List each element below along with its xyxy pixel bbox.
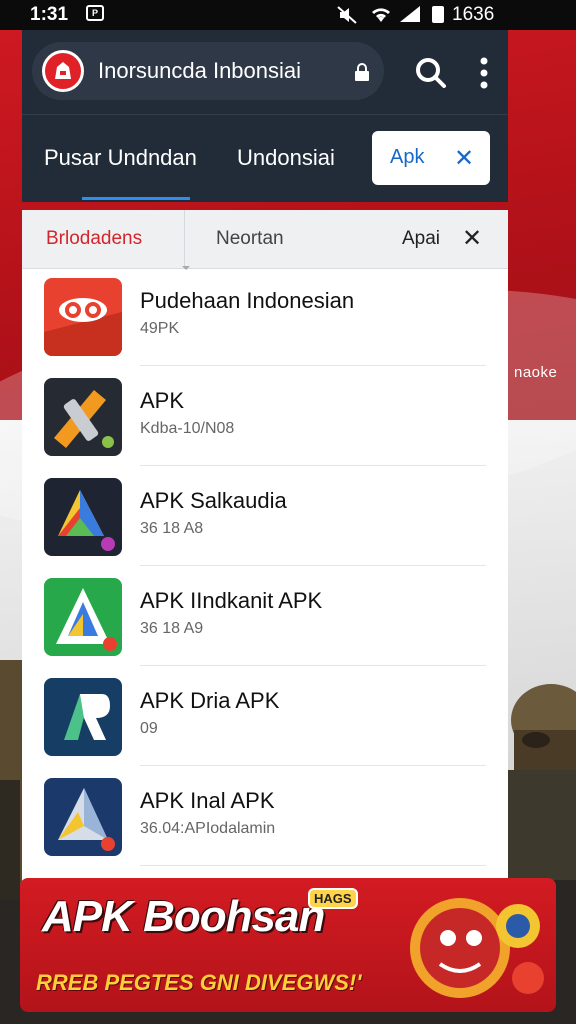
close-icon[interactable]: ✕	[454, 144, 474, 173]
app-title: APK IIndkanit APK	[140, 588, 323, 613]
filter-newest[interactable]: Neortan	[216, 228, 284, 250]
wifi-icon	[372, 8, 390, 22]
close-icon[interactable]: ✕	[462, 224, 482, 253]
tab-bar: Pusar Undndan Undonsiai Apk ✕	[22, 114, 508, 203]
mute-icon	[337, 6, 357, 24]
app-title: APK	[140, 388, 185, 413]
promo-mascot-icon	[410, 898, 544, 998]
list-item[interactable]: APK Dria APK 09	[22, 666, 508, 766]
promo-badge: HAGS	[308, 888, 358, 909]
app-subtitle: 36 18 A9	[140, 620, 204, 637]
status-bar: 1:31 P 1636	[0, 0, 576, 30]
app-title: APK Dria APK	[140, 688, 280, 713]
app-subtitle: Kdba-10/N08	[140, 420, 235, 437]
tab-pusar-undndan[interactable]: Pusar Undndan	[44, 145, 197, 171]
app-subtitle: 49PK	[140, 320, 180, 337]
tab-undonsiai[interactable]: Undonsiai	[237, 145, 335, 171]
battery-icon	[432, 6, 444, 23]
site-logo-icon	[42, 50, 84, 92]
promo-banner[interactable]: APK Boohsan RREB PEGTES GNI DIVEGWS!' HA…	[20, 878, 556, 1012]
triangle-app-icon	[44, 478, 122, 556]
a-letter-app-icon	[44, 578, 122, 656]
address-bar[interactable]: Inorsuncda Inbonsiai	[32, 42, 384, 100]
signal-icon	[400, 6, 420, 22]
app-header: Inorsuncda Inbonsiai Pusar Undndan Undon…	[22, 30, 508, 202]
status-time: 1:31	[30, 4, 69, 25]
soldier-figure-right	[506, 684, 576, 880]
battery-percent: 1636	[452, 4, 495, 25]
app-title: Pudehaan Indonesian	[140, 288, 355, 313]
app-title: APK Salkaudia	[140, 488, 287, 513]
filter-divider	[184, 210, 185, 268]
app-title: APK Inal APK	[140, 788, 275, 813]
list-item[interactable]: APK Inal APK 36.04:APIodalamin	[22, 766, 508, 866]
background-side-text: naoke	[514, 364, 558, 381]
filter-apai[interactable]: Apai	[402, 228, 440, 250]
ar-app-icon	[44, 678, 122, 756]
paper-triangle-app-icon	[44, 778, 122, 856]
list-item[interactable]: APK IIndkanit APK 36 18 A9	[22, 566, 508, 666]
app-subtitle: 09	[140, 720, 158, 737]
tools-app-icon	[44, 378, 122, 456]
lock-icon	[355, 63, 369, 81]
promo-title: APK Boohsan	[42, 892, 325, 941]
list-item[interactable]: APK Salkaudia 36 18 A8	[22, 466, 508, 566]
promo-subtitle: RREB PEGTES GNI DIVEGWS!'	[36, 970, 362, 995]
infinity-app-icon	[44, 278, 122, 356]
list-item[interactable]: Pudehaan Indonesian 49PK	[22, 266, 508, 366]
more-options-icon[interactable]	[476, 56, 492, 90]
filter-chip-apk[interactable]: Apk ✕	[372, 131, 490, 185]
app-subtitle: 36 18 A8	[140, 520, 204, 537]
app-subtitle: 36.04:APIodalamin	[140, 820, 276, 837]
gallery-notification-icon: P	[86, 5, 104, 21]
filter-bar: Brlodadens Neortan Apai ✕	[22, 210, 508, 269]
active-tab-indicator	[82, 197, 190, 200]
search-icon[interactable]	[414, 56, 448, 90]
filter-downloads[interactable]: Brlodadens	[46, 228, 142, 250]
app-list-panel: Brlodadens Neortan Apai ✕ Pudehaan Indon…	[22, 210, 508, 890]
filter-chip-label: Apk	[390, 146, 425, 168]
address-text: Inorsuncda Inbonsiai	[98, 58, 302, 83]
list-item[interactable]: APK Kdba-10/N08	[22, 366, 508, 466]
